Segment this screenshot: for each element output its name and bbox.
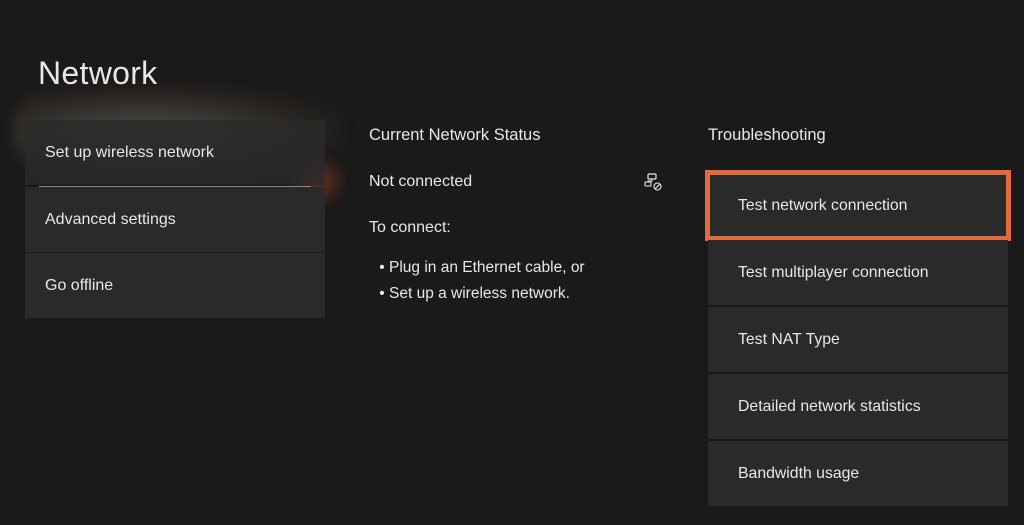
status-heading: Current Network Status [369, 126, 664, 145]
test-multiplayer-connection-label: Test multiplayer connection [738, 264, 929, 282]
test-network-connection-label: Test network connection [738, 197, 907, 215]
troubleshooting-heading: Troubleshooting [708, 126, 1008, 145]
detailed-network-statistics-label: Detailed network statistics [738, 398, 921, 416]
to-connect-bullet-1: Plug in an Ethernet cable, or [389, 255, 664, 281]
to-connect-heading: To connect: [369, 219, 664, 237]
setup-wireless-label: Set up wireless network [45, 144, 214, 162]
content-columns: Set up wireless network Advanced setting… [0, 92, 1024, 506]
troubleshooting-list: Test network connection Test multiplayer… [708, 173, 1008, 506]
test-nat-type-button[interactable]: Test NAT Type [708, 307, 1008, 372]
to-connect-list: Plug in an Ethernet cable, or Set up a w… [369, 255, 664, 306]
detailed-network-statistics-button[interactable]: Detailed network statistics [708, 374, 1008, 439]
advanced-settings-label: Advanced settings [45, 211, 176, 229]
page-title: Network [0, 0, 1024, 92]
advanced-settings-button[interactable]: Advanced settings [25, 187, 325, 252]
go-offline-button[interactable]: Go offline [25, 253, 325, 318]
go-offline-label: Go offline [45, 277, 113, 295]
bandwidth-usage-label: Bandwidth usage [738, 465, 859, 483]
network-disconnected-icon [644, 173, 662, 191]
test-network-connection-button[interactable]: Test network connection [708, 173, 1008, 238]
left-menu: Set up wireless network Advanced setting… [25, 120, 325, 506]
bandwidth-usage-button[interactable]: Bandwidth usage [708, 441, 1008, 506]
test-multiplayer-connection-button[interactable]: Test multiplayer connection [708, 240, 1008, 305]
status-panel: Current Network Status Not connected To … [369, 120, 664, 506]
setup-wireless-button[interactable]: Set up wireless network [25, 120, 325, 185]
to-connect-bullet-2: Set up a wireless network. [389, 281, 664, 307]
test-nat-type-label: Test NAT Type [738, 331, 840, 349]
connection-status-value: Not connected [369, 173, 472, 191]
troubleshooting-panel: Troubleshooting Test network connection … [708, 120, 1008, 506]
